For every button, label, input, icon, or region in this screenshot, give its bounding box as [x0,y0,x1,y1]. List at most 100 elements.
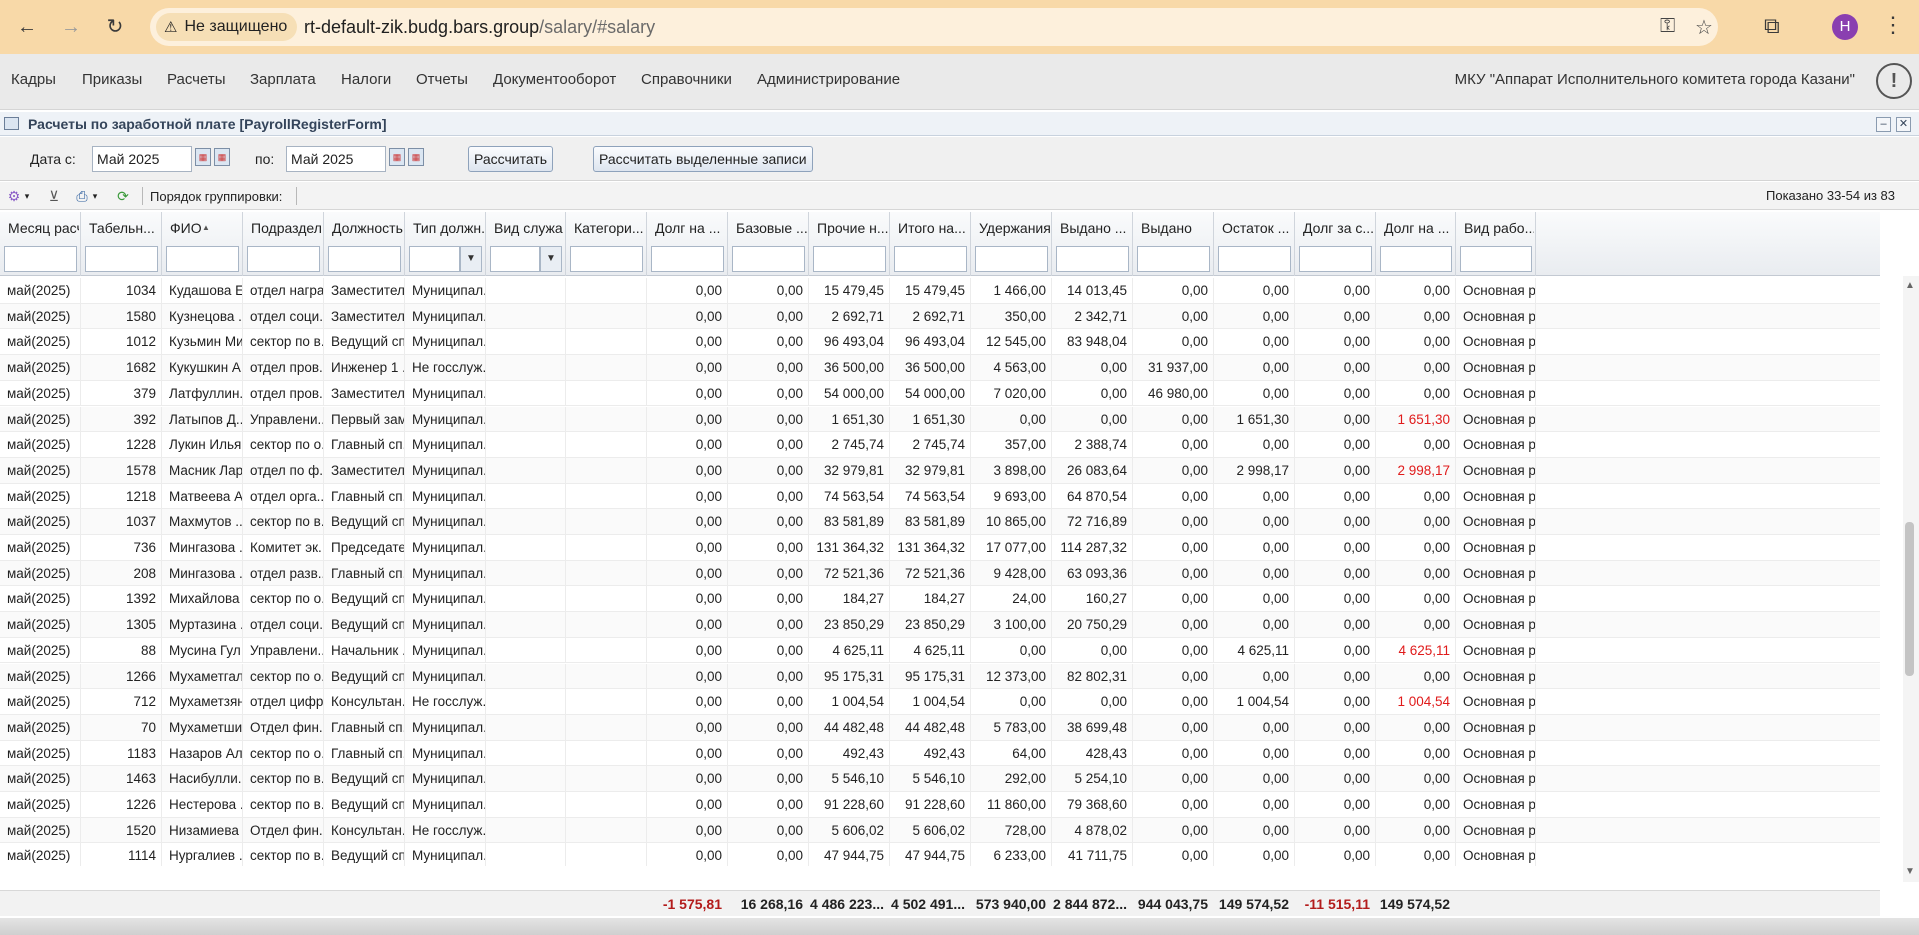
column-filter-input[interactable] [328,246,401,272]
print-icon[interactable]: ⎙ [72,186,92,206]
scroll-up-icon[interactable]: ▲ [1905,280,1915,291]
vertical-scrollbar[interactable]: ▲ ▼ [1903,276,1919,882]
address-bar[interactable]: ⚠ Не защищено rt-default-zik.budg.bars.g… [150,8,1718,46]
column-header-debt-start[interactable]: Долг на ... [647,212,728,276]
column-header-paid-out[interactable]: Выдано [1133,212,1214,276]
table-row[interactable]: май(2025)1305Муртазина ...отдел соци...В… [0,612,1880,638]
url-text[interactable]: rt-default-zik.budg.bars.group/salary/#s… [304,17,655,38]
not-secure-chip[interactable]: ⚠ Не защищено [156,13,298,41]
alert-icon[interactable]: ! [1876,63,1912,99]
menu-item-documents[interactable]: Документооборот [493,71,616,88]
column-filter-input[interactable] [570,246,643,272]
date-to-input[interactable] [286,146,386,172]
chevron-down-icon[interactable]: ▾ [22,186,32,206]
table-row[interactable]: май(2025)70Мухаметши...Отдел фин...Главн… [0,714,1880,741]
chevron-down-icon[interactable]: ▼ [460,246,482,272]
back-arrow-icon[interactable]: ← [12,12,42,42]
column-filter-input[interactable] [1460,246,1532,272]
calculate-button[interactable]: Рассчитать [468,146,554,172]
column-header-deductions[interactable]: Удержания [971,212,1052,276]
column-header-work-type[interactable]: Вид рабо... [1456,212,1536,276]
minimize-icon[interactable]: – [1876,117,1891,132]
column-filter-input[interactable] [1380,246,1452,272]
column-header-position[interactable]: Должность [324,212,405,276]
table-row[interactable]: май(2025)1012Кузьмин Ми...сектор по в...… [0,329,1880,356]
menu-item-raschety[interactable]: Расчеты [167,71,226,88]
column-header-position-type[interactable]: Тип должн... ▼ [405,212,486,276]
column-header-full-name[interactable]: ФИО ▲ [162,212,243,276]
column-header-category[interactable]: Категори... [566,212,647,276]
column-filter-input[interactable] [247,246,320,272]
refresh-icon[interactable]: ⟳ [113,186,133,206]
column-filter-input[interactable] [732,246,805,272]
calendar-icon[interactable]: ▦ [389,148,405,166]
column-header-balance[interactable]: Остаток ... [1214,212,1295,276]
reload-icon[interactable]: ↻ [100,12,130,42]
menu-item-references[interactable]: Справочники [641,71,732,88]
column-header-base-accruals[interactable]: Базовые ... [728,212,809,276]
table-row[interactable]: май(2025) 736 Мингазова ... Комитет эк... Пр… [0,535,1880,561]
forward-arrow-icon[interactable]: → [56,12,86,42]
avatar[interactable]: Н [1832,14,1858,40]
column-filter-input[interactable] [1056,246,1129,272]
close-icon[interactable]: ✕ [1896,117,1911,132]
column-filter-input[interactable] [166,246,239,272]
table-row[interactable]: май(2025) 1580 Кузнецова ... отдел соци... З… [0,303,1880,330]
key-icon[interactable]: ⚿ [1660,15,1675,38]
calendar-icon[interactable]: ▦ [195,148,211,166]
table-row[interactable]: май(2025)1578Масник Лар...отдел по ф...З… [0,457,1880,484]
column-filter-input[interactable] [651,246,724,272]
menu-item-otchety[interactable]: Отчеты [416,71,468,88]
table-row[interactable]: май(2025)1183Назаров Ал...сектор по о...… [0,740,1880,767]
table-row[interactable]: май(2025)1682Кукушкин А...отдел пров...И… [0,355,1880,381]
column-filter-input[interactable] [85,246,158,272]
calendar-clear-icon[interactable]: ▦ [214,148,230,166]
scrollbar-thumb[interactable] [1905,522,1914,676]
table-row[interactable]: май(2025)1392Михайлова ...сектор по о...… [0,586,1880,613]
calculate-selected-button[interactable]: Рассчитать выделенные записи [593,146,813,172]
column-header-department[interactable]: Подразделе... [243,212,324,276]
column-filter-input[interactable] [1137,246,1210,272]
column-header-tab-number[interactable]: Табельн... [81,212,162,276]
column-filter-input[interactable] [409,246,460,272]
column-filter-input[interactable] [894,246,967,272]
table-row[interactable]: май(2025) 1463 Насибулли... сектор по в... В… [0,766,1880,792]
table-row[interactable]: май(2025)1218Матвеева А...отдел орга...Г… [0,483,1880,510]
extensions-icon[interactable]: ⧉ [1764,13,1780,39]
table-row[interactable]: май(2025)1034Кудашова Е...отдел наградЗа… [0,278,1880,304]
table-row[interactable]: май(2025)88Мусина Гул...Управлени...Нача… [0,637,1880,664]
column-header-debt-period[interactable]: Долг за с... [1295,212,1376,276]
column-header-paid-out-a[interactable]: Выдано ... [1052,212,1133,276]
table-row[interactable]: май(2025)1266Мухаметгал...сектор по о...… [0,663,1880,690]
chevron-down-icon[interactable]: ▾ [90,186,100,206]
sort-asc-icon[interactable]: ▲ [202,223,210,232]
menu-item-prikazy[interactable]: Приказы [82,71,142,88]
star-icon[interactable]: ☆ [1695,15,1713,40]
column-header-total-accrued[interactable]: Итого на... [890,212,971,276]
column-header-service-type[interactable]: Вид служа... ▼ [486,212,566,276]
table-row[interactable]: май(2025) 379 Латфуллин... отдел пров... Зам… [0,380,1880,407]
table-row[interactable]: май(2025)712Мухаметзян...отдел цифр...Ко… [0,689,1880,715]
column-filter-input[interactable] [1218,246,1291,272]
column-header-other-accruals[interactable]: Прочие н... [809,212,890,276]
clear-filter-icon[interactable]: ⊻ [44,186,64,206]
column-filter-input[interactable] [813,246,886,272]
column-filter-input[interactable] [490,246,540,272]
menu-item-zarplata[interactable]: Зарплата [250,71,316,88]
menu-item-admin[interactable]: Администрирование [757,71,900,88]
column-header-debt-end[interactable]: Долг на ... [1376,212,1456,276]
menu-item-kadry[interactable]: Кадры [11,71,56,88]
column-filter-input[interactable] [975,246,1048,272]
table-row[interactable]: май(2025)1228Лукин Илья...сектор по о...… [0,432,1880,458]
table-row[interactable]: май(2025) 1114 Нургалиев ... сектор по в...… [0,843,1880,866]
table-row[interactable]: май(2025) 1226 Нестерова ... сектор по в...… [0,792,1880,818]
table-row[interactable]: май(2025) 208 Мингазова ... отдел разв... Гл… [0,560,1880,587]
calendar-clear-icon[interactable]: ▦ [408,148,424,166]
table-row[interactable]: май(2025)1520Низамиева ...Отдел фин...Ко… [0,817,1880,844]
column-header-month[interactable]: Месяц расч... [0,212,81,276]
table-row[interactable]: май(2025) 392 Латыпов Д... Управлени... Перв… [0,406,1880,433]
table-row[interactable]: май(2025) 1037 Махмутов ... сектор по в... В… [0,509,1880,535]
settings-icon[interactable]: ⚙ [4,186,24,206]
chevron-down-icon[interactable]: ▼ [540,246,562,272]
menu-item-nalogi[interactable]: Налоги [341,71,391,88]
